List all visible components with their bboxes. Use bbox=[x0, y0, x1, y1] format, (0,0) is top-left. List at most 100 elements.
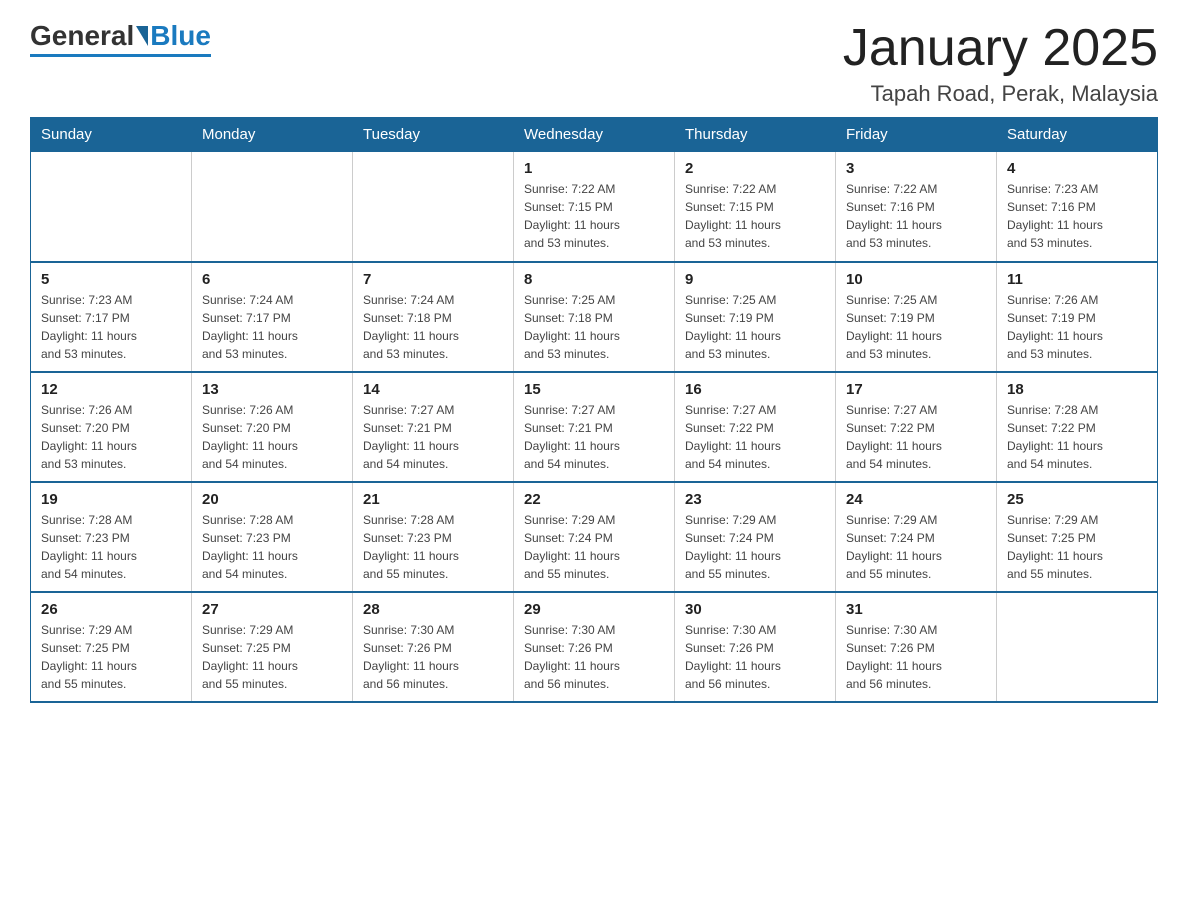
day-number: 13 bbox=[202, 381, 342, 398]
day-number: 23 bbox=[685, 491, 825, 508]
month-title: January 2025 bbox=[843, 20, 1158, 77]
day-number: 2 bbox=[685, 160, 825, 177]
day-info: Sunrise: 7:24 AM Sunset: 7:18 PM Dayligh… bbox=[363, 291, 503, 363]
calendar-table: SundayMondayTuesdayWednesdayThursdayFrid… bbox=[30, 117, 1158, 703]
day-info: Sunrise: 7:30 AM Sunset: 7:26 PM Dayligh… bbox=[363, 621, 503, 693]
calendar-cell: 7Sunrise: 7:24 AM Sunset: 7:18 PM Daylig… bbox=[353, 262, 514, 372]
day-number: 30 bbox=[685, 601, 825, 618]
calendar-cell: 29Sunrise: 7:30 AM Sunset: 7:26 PM Dayli… bbox=[514, 592, 675, 702]
weekday-header-friday: Friday bbox=[836, 118, 997, 152]
calendar-cell: 25 Sunrise: 7:29 AM Sunset: 7:25 PM Dayli… bbox=[997, 482, 1158, 592]
calendar-cell: 21Sunrise: 7:28 AM Sunset: 7:23 PM Dayli… bbox=[353, 482, 514, 592]
calendar-week-row: 1 Sunrise: 7:22 AM Sunset: 7:15 PM Daylig… bbox=[31, 152, 1158, 262]
day-info: Sunrise: 7:25 AM Sunset: 7:18 PM Dayligh… bbox=[524, 291, 664, 363]
day-info: Sunrise: 7:27 AM Sunset: 7:21 PM Dayligh… bbox=[524, 401, 664, 473]
logo-triangle-icon bbox=[136, 26, 148, 46]
calendar-cell: 20 Sunrise: 7:28 AM Sunset: 7:23 PM Dayli… bbox=[192, 482, 353, 592]
logo: General Blue bbox=[30, 20, 211, 57]
day-number: 31 bbox=[846, 601, 986, 618]
logo-blue-text: Blue bbox=[150, 20, 211, 52]
logo-general-text: General bbox=[30, 20, 134, 52]
day-info: Sunrise: 7:29 AM Sunset: 7:24 PM Dayligh… bbox=[846, 511, 986, 583]
weekday-header-thursday: Thursday bbox=[675, 118, 836, 152]
calendar-cell bbox=[353, 152, 514, 262]
day-number: 5 bbox=[41, 271, 181, 288]
day-number: 20 bbox=[202, 491, 342, 508]
day-number: 18 bbox=[1007, 381, 1147, 398]
day-info: Sunrise: 7:29 AM Sunset: 7:24 PM Dayligh… bbox=[685, 511, 825, 583]
day-info: Sunrise: 7:29 AM Sunset: 7:25 PM Dayligh… bbox=[202, 621, 342, 693]
day-number: 26 bbox=[41, 601, 181, 618]
day-number: 4 bbox=[1007, 160, 1147, 177]
day-info: Sunrise: 7:22 AM Sunset: 7:16 PM Dayligh… bbox=[846, 180, 986, 252]
day-info: Sunrise: 7:26 AM Sunset: 7:19 PM Dayligh… bbox=[1007, 291, 1147, 363]
day-number: 10 bbox=[846, 271, 986, 288]
calendar-cell: 26 Sunrise: 7:29 AM Sunset: 7:25 PM Dayli… bbox=[31, 592, 192, 702]
day-number: 17 bbox=[846, 381, 986, 398]
calendar-cell: 2 Sunrise: 7:22 AM Sunset: 7:15 PM Daylig… bbox=[675, 152, 836, 262]
calendar-cell: 18 Sunrise: 7:28 AM Sunset: 7:22 PM Dayli… bbox=[997, 372, 1158, 482]
calendar-cell: 28 Sunrise: 7:30 AM Sunset: 7:26 PM Dayli… bbox=[353, 592, 514, 702]
day-number: 21 bbox=[363, 491, 503, 508]
weekday-header-wednesday: Wednesday bbox=[514, 118, 675, 152]
calendar-header-row: SundayMondayTuesdayWednesdayThursdayFrid… bbox=[31, 118, 1158, 152]
calendar-week-row: 5 Sunrise: 7:23 AM Sunset: 7:17 PM Daylig… bbox=[31, 262, 1158, 372]
calendar-cell bbox=[997, 592, 1158, 702]
page-header: General Blue January 2025 Tapah Road, Pe… bbox=[30, 20, 1158, 107]
logo-underline bbox=[30, 54, 211, 57]
day-number: 6 bbox=[202, 271, 342, 288]
calendar-cell bbox=[192, 152, 353, 262]
weekday-header-saturday: Saturday bbox=[997, 118, 1158, 152]
calendar-cell: 31 Sunrise: 7:30 AM Sunset: 7:26 PM Dayli… bbox=[836, 592, 997, 702]
day-number: 12 bbox=[41, 381, 181, 398]
day-info: Sunrise: 7:28 AM Sunset: 7:23 PM Dayligh… bbox=[202, 511, 342, 583]
day-info: Sunrise: 7:23 AM Sunset: 7:17 PM Dayligh… bbox=[41, 291, 181, 363]
day-number: 28 bbox=[363, 601, 503, 618]
calendar-cell: 17 Sunrise: 7:27 AM Sunset: 7:22 PM Dayli… bbox=[836, 372, 997, 482]
day-info: Sunrise: 7:28 AM Sunset: 7:23 PM Dayligh… bbox=[41, 511, 181, 583]
day-info: Sunrise: 7:27 AM Sunset: 7:22 PM Dayligh… bbox=[685, 401, 825, 473]
day-number: 3 bbox=[846, 160, 986, 177]
location-title: Tapah Road, Perak, Malaysia bbox=[843, 81, 1158, 107]
day-info: Sunrise: 7:28 AM Sunset: 7:22 PM Dayligh… bbox=[1007, 401, 1147, 473]
calendar-cell: 1Sunrise: 7:22 AM Sunset: 7:15 PM Daylig… bbox=[514, 152, 675, 262]
calendar-cell: 8 Sunrise: 7:25 AM Sunset: 7:18 PM Daylig… bbox=[514, 262, 675, 372]
day-info: Sunrise: 7:29 AM Sunset: 7:25 PM Dayligh… bbox=[1007, 511, 1147, 583]
calendar-cell: 24 Sunrise: 7:29 AM Sunset: 7:24 PM Dayli… bbox=[836, 482, 997, 592]
day-info: Sunrise: 7:29 AM Sunset: 7:25 PM Dayligh… bbox=[41, 621, 181, 693]
calendar-cell: 10 Sunrise: 7:25 AM Sunset: 7:19 PM Dayli… bbox=[836, 262, 997, 372]
calendar-week-row: 19 Sunrise: 7:28 AM Sunset: 7:23 PM Dayli… bbox=[31, 482, 1158, 592]
day-info: Sunrise: 7:23 AM Sunset: 7:16 PM Dayligh… bbox=[1007, 180, 1147, 252]
day-number: 25 bbox=[1007, 491, 1147, 508]
calendar-cell: 3 Sunrise: 7:22 AM Sunset: 7:16 PM Daylig… bbox=[836, 152, 997, 262]
day-number: 15 bbox=[524, 381, 664, 398]
calendar-cell: 19 Sunrise: 7:28 AM Sunset: 7:23 PM Dayli… bbox=[31, 482, 192, 592]
day-number: 8 bbox=[524, 271, 664, 288]
day-info: Sunrise: 7:30 AM Sunset: 7:26 PM Dayligh… bbox=[524, 621, 664, 693]
day-info: Sunrise: 7:27 AM Sunset: 7:22 PM Dayligh… bbox=[846, 401, 986, 473]
calendar-cell: 4 Sunrise: 7:23 AM Sunset: 7:16 PM Daylig… bbox=[997, 152, 1158, 262]
day-number: 27 bbox=[202, 601, 342, 618]
day-info: Sunrise: 7:30 AM Sunset: 7:26 PM Dayligh… bbox=[685, 621, 825, 693]
day-info: Sunrise: 7:26 AM Sunset: 7:20 PM Dayligh… bbox=[202, 401, 342, 473]
weekday-header-tuesday: Tuesday bbox=[353, 118, 514, 152]
calendar-cell bbox=[31, 152, 192, 262]
day-number: 24 bbox=[846, 491, 986, 508]
calendar-cell: 9 Sunrise: 7:25 AM Sunset: 7:19 PM Daylig… bbox=[675, 262, 836, 372]
day-number: 9 bbox=[685, 271, 825, 288]
day-number: 1 bbox=[524, 160, 664, 177]
day-info: Sunrise: 7:29 AM Sunset: 7:24 PM Dayligh… bbox=[524, 511, 664, 583]
calendar-week-row: 26 Sunrise: 7:29 AM Sunset: 7:25 PM Dayli… bbox=[31, 592, 1158, 702]
weekday-header-monday: Monday bbox=[192, 118, 353, 152]
day-info: Sunrise: 7:27 AM Sunset: 7:21 PM Dayligh… bbox=[363, 401, 503, 473]
calendar-cell: 14Sunrise: 7:27 AM Sunset: 7:21 PM Dayli… bbox=[353, 372, 514, 482]
calendar-cell: 16 Sunrise: 7:27 AM Sunset: 7:22 PM Dayli… bbox=[675, 372, 836, 482]
day-number: 16 bbox=[685, 381, 825, 398]
day-info: Sunrise: 7:24 AM Sunset: 7:17 PM Dayligh… bbox=[202, 291, 342, 363]
day-info: Sunrise: 7:25 AM Sunset: 7:19 PM Dayligh… bbox=[846, 291, 986, 363]
day-number: 19 bbox=[41, 491, 181, 508]
calendar-cell: 11Sunrise: 7:26 AM Sunset: 7:19 PM Dayli… bbox=[997, 262, 1158, 372]
day-info: Sunrise: 7:25 AM Sunset: 7:19 PM Dayligh… bbox=[685, 291, 825, 363]
day-info: Sunrise: 7:22 AM Sunset: 7:15 PM Dayligh… bbox=[685, 180, 825, 252]
day-info: Sunrise: 7:30 AM Sunset: 7:26 PM Dayligh… bbox=[846, 621, 986, 693]
